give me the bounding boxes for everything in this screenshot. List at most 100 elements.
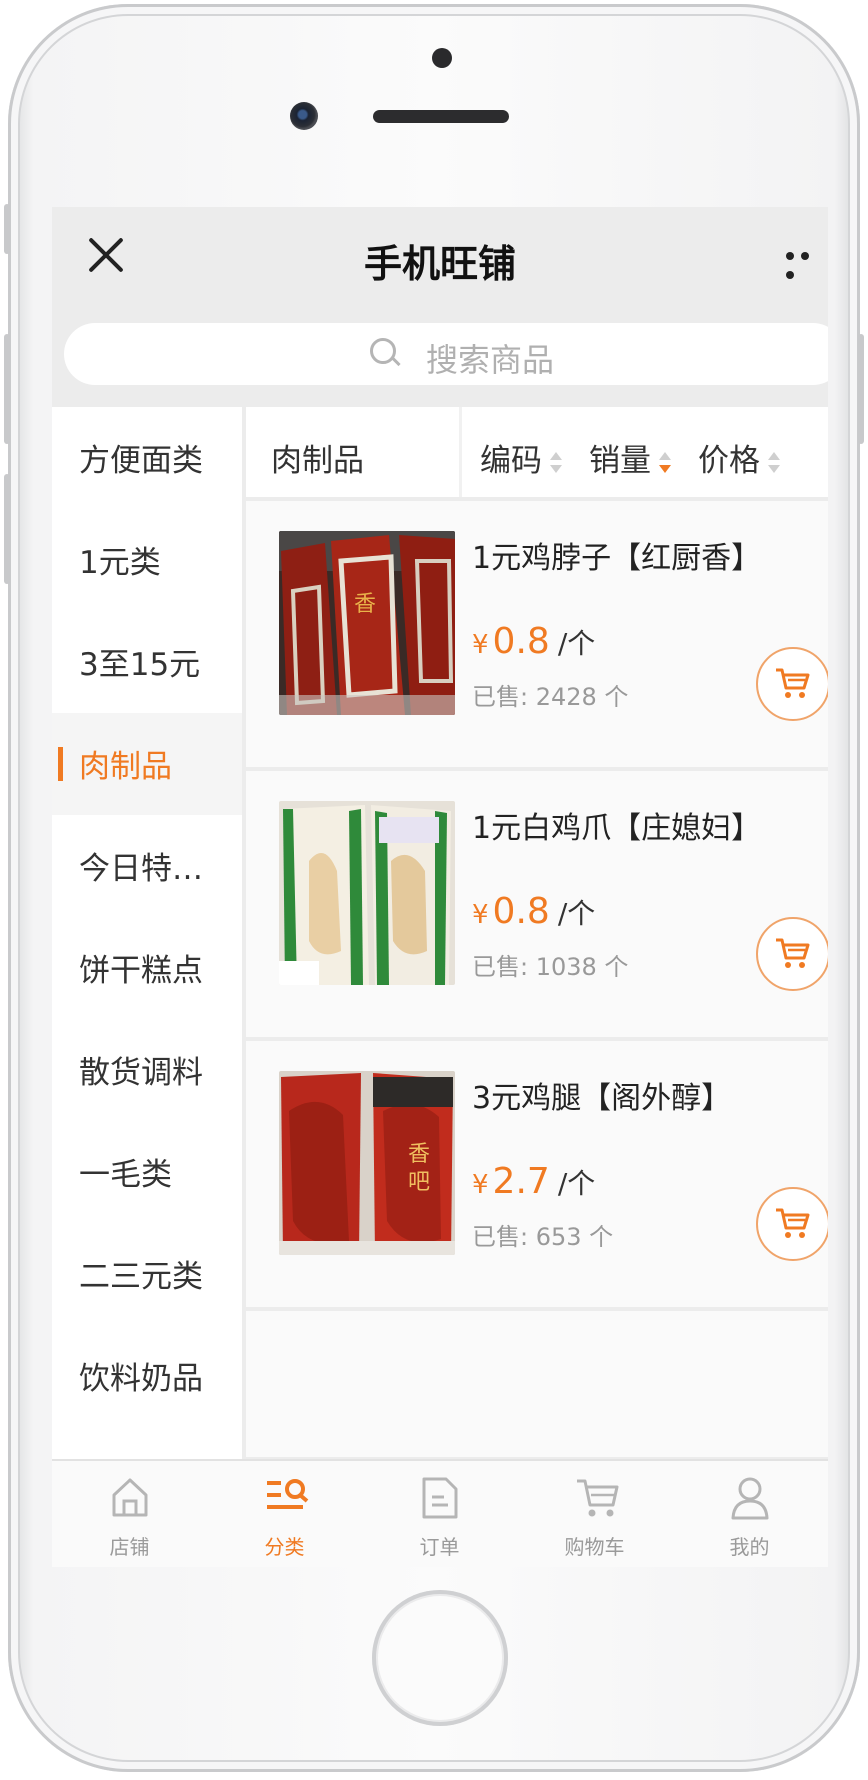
sort-label: 价格 (698, 443, 760, 479)
sort-by-code[interactable]: 编码 (480, 435, 564, 480)
add-to-cart-button[interactable] (756, 1187, 828, 1261)
product-card[interactable]: 1元白鸡爪【庄媳妇】 ¥0.8/个 已售: 1038 个 (246, 771, 828, 1037)
category-label: 方便面类 (79, 443, 203, 479)
product-image: 香 (279, 531, 455, 715)
volume-up-button (4, 334, 10, 444)
active-category-marker (58, 747, 63, 781)
category-item[interactable]: 饼干糕点 (52, 917, 242, 1019)
header-divider (459, 407, 462, 497)
add-to-cart-button[interactable] (756, 647, 828, 721)
search-placeholder: 搜索商品 (426, 341, 555, 379)
page-title: 手机旺铺 (363, 242, 516, 286)
tab-cart[interactable]: 购物车 (517, 1461, 672, 1567)
app-screen: 手机旺铺 搜索商品 方便面类 1元类 3至15元 肉制品 今日特… 饼干糕点 散… (52, 207, 828, 1567)
category-label: 二三元类 (79, 1259, 203, 1295)
category-item[interactable]: 饮料奶品 (52, 1325, 242, 1427)
svg-text:香: 香 (408, 1142, 430, 1167)
product-price: ¥2.7/个 (472, 1161, 595, 1202)
tab-label: 我的 (729, 1535, 770, 1559)
category-item[interactable]: 一毛类 (52, 1121, 242, 1223)
phone-frame: 手机旺铺 搜索商品 方便面类 1元类 3至15元 肉制品 今日特… 饼干糕点 散… (4, 4, 864, 1772)
power-button (858, 334, 864, 444)
cart-icon (776, 668, 810, 698)
sold-count: 已售: 1038 个 (472, 953, 629, 981)
product-card[interactable]: 香 吧 3元鸡腿【阁外醇】 ¥2.7/个 已售: 653 个 (246, 1041, 828, 1307)
product-card[interactable]: 香 1元鸡脖子【红厨香】 ¥0.8/个 已售: 2428 个 (246, 501, 828, 767)
sort-label: 销量 (589, 443, 651, 479)
home-icon (112, 1478, 148, 1517)
price-value: 0.8 (492, 891, 550, 932)
svg-text:吧: 吧 (408, 1170, 430, 1195)
tab-label: 店铺 (109, 1535, 150, 1559)
product-price: ¥0.8/个 (472, 621, 595, 662)
current-category-label: 肉制品 (271, 443, 364, 479)
cart-icon (776, 938, 810, 968)
list-header: 肉制品 编码 销量 价格 (246, 407, 828, 497)
order-icon (422, 1477, 458, 1519)
category-item[interactable]: 方便面类 (52, 407, 242, 509)
sort-arrows-icon (548, 450, 564, 476)
category-label: 饮料奶品 (79, 1361, 203, 1397)
category-item[interactable]: 1元类 (52, 509, 242, 611)
category-icon (267, 1479, 309, 1509)
volume-down-button (4, 474, 10, 584)
tab-shop[interactable]: 店铺 (52, 1461, 207, 1567)
product-image: 香 吧 (279, 1071, 455, 1255)
category-item[interactable]: 今日特… (52, 815, 242, 917)
category-label: 散货调料 (79, 1055, 203, 1091)
tab-orders[interactable]: 订单 (362, 1461, 517, 1567)
user-icon (731, 1477, 769, 1520)
mute-switch (4, 204, 10, 254)
add-to-cart-button[interactable] (756, 917, 828, 991)
top-bar: 手机旺铺 (52, 207, 828, 323)
proximity-sensor (432, 48, 452, 68)
price-currency: ¥ (472, 900, 489, 930)
category-sidebar: 方便面类 1元类 3至15元 肉制品 今日特… 饼干糕点 散货调料 一毛类 二三… (52, 407, 242, 1459)
tab-me[interactable]: 我的 (672, 1461, 827, 1567)
category-item[interactable]: 3至15元 (52, 611, 242, 713)
category-item-active[interactable]: 肉制品 (52, 713, 242, 815)
category-label: 饼干糕点 (79, 953, 203, 989)
search-icon (370, 338, 396, 364)
earpiece-speaker (373, 110, 509, 123)
sort-arrows-icon (657, 450, 673, 476)
category-label: 1元类 (79, 545, 161, 581)
price-unit: /个 (557, 1167, 596, 1200)
category-label: 一毛类 (79, 1157, 172, 1193)
cart-icon (776, 1208, 810, 1238)
price-unit: /个 (557, 897, 596, 930)
more-options-icon[interactable] (786, 245, 828, 279)
search-input[interactable]: 搜索商品 (64, 323, 828, 385)
sold-count: 已售: 653 个 (472, 1223, 614, 1251)
price-value: 0.8 (492, 621, 550, 662)
tab-label: 订单 (419, 1535, 460, 1559)
tab-label: 购物车 (564, 1535, 625, 1559)
tab-category[interactable]: 分类 (207, 1461, 362, 1567)
category-label: 肉制品 (79, 749, 172, 785)
product-name: 1元白鸡爪【庄媳妇】 (472, 811, 762, 846)
category-label: 3至15元 (79, 647, 201, 683)
sort-arrows-icon (766, 450, 782, 476)
sort-label: 编码 (480, 443, 542, 479)
home-button[interactable] (372, 1590, 508, 1726)
sort-by-price[interactable]: 价格 (698, 435, 782, 480)
cart-icon (577, 1479, 619, 1517)
category-item[interactable]: 二三元类 (52, 1223, 242, 1325)
tab-label: 分类 (264, 1535, 305, 1559)
price-unit: /个 (557, 627, 596, 660)
bottom-tab-bar: 店铺 分类 订单 购物车 我的 (52, 1459, 828, 1567)
product-name: 3元鸡腿【阁外醇】 (472, 1081, 732, 1116)
product-card-partial[interactable] (246, 1311, 828, 1457)
category-item[interactable]: 散货调料 (52, 1019, 242, 1121)
product-name: 1元鸡脖子【红厨香】 (472, 541, 762, 576)
sold-count: 已售: 2428 个 (472, 683, 629, 711)
price-value: 2.7 (492, 1161, 550, 1202)
sort-by-sales[interactable]: 销量 (589, 435, 673, 480)
product-image (279, 801, 455, 985)
front-camera (290, 102, 318, 130)
price-currency: ¥ (472, 1170, 489, 1200)
price-currency: ¥ (472, 630, 489, 660)
category-label: 今日特… (79, 851, 203, 887)
svg-text:香: 香 (354, 592, 376, 617)
product-price: ¥0.8/个 (472, 891, 595, 932)
